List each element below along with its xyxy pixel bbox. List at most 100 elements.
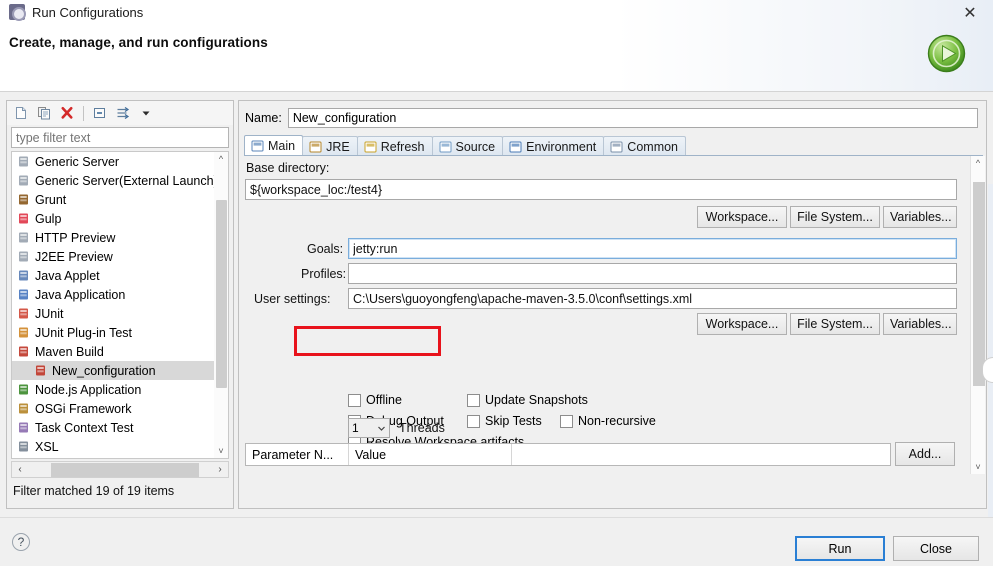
variables-button-bottom[interactable]: Variables...	[883, 313, 957, 335]
parameters-table[interactable]: Parameter N... Value	[245, 443, 891, 466]
dialog-titlebar: Run Configurations Create, manage, and r…	[0, 0, 993, 92]
chevron-right-icon[interactable]: ›	[212, 462, 228, 477]
duplicate-configuration-icon[interactable]	[34, 103, 54, 123]
resize-handle[interactable]	[982, 357, 993, 383]
checkbox-skip-tests[interactable]	[467, 414, 480, 428]
dialog-footer: ? Run Close	[0, 517, 993, 566]
checkbox-row-skip-tests[interactable]: Skip Tests	[467, 414, 542, 428]
user-settings-label: User settings:	[254, 292, 331, 306]
tree-item-java-applet[interactable]: Java Applet	[12, 266, 216, 285]
checkbox-label: Non-recursive	[578, 414, 656, 428]
checkbox-label: Update Snapshots	[485, 393, 588, 407]
panel-vertical-scrollbar[interactable]: ^ ˅	[970, 156, 985, 474]
tab-source[interactable]: Source	[431, 136, 504, 156]
title-row: Run Configurations	[9, 4, 143, 21]
column-header-parameter-name[interactable]: Parameter N...	[246, 444, 349, 465]
scrollbar-thumb[interactable]	[973, 182, 985, 386]
tree-item-label: Grunt	[35, 192, 67, 207]
tab-label: Environment	[526, 139, 597, 154]
tree-item-label: JUnit Plug-in Test	[35, 325, 133, 340]
tree-vertical-scrollbar[interactable]: ^ ˅	[214, 152, 228, 458]
close-button[interactable]: Close	[893, 536, 979, 561]
tree-item-gulp[interactable]: Gulp	[12, 209, 216, 228]
scrollbar-thumb[interactable]	[216, 200, 227, 388]
chevron-up-icon[interactable]: ^	[971, 156, 985, 170]
search-input[interactable]	[11, 127, 229, 148]
tab-label: Common	[627, 139, 679, 154]
run-configurations-icon	[9, 4, 26, 21]
tab-common[interactable]: Common	[603, 136, 687, 156]
configurations-tree[interactable]: Generic Server Generic Server(External La…	[11, 151, 229, 459]
tree-item-label: Java Applet	[35, 268, 100, 283]
help-question-icon[interactable]: ?	[12, 533, 30, 551]
checkbox-update-snapshots[interactable]	[467, 393, 480, 407]
goals-input[interactable]	[348, 238, 957, 259]
tab-main[interactable]: Main	[244, 135, 304, 156]
launch-type-icon	[17, 155, 30, 168]
toolbar-divider	[83, 105, 84, 121]
tree-item-http-preview[interactable]: HTTP Preview	[12, 228, 216, 247]
workspace-button-bottom[interactable]: Workspace...	[697, 313, 787, 335]
tree-item-new-configuration[interactable]: New_configuration	[12, 361, 216, 380]
chevron-down-icon[interactable]: ˅	[971, 460, 985, 474]
name-label: Name:	[245, 111, 282, 125]
tree-horizontal-scrollbar[interactable]: ‹ ›	[11, 461, 229, 478]
run-button[interactable]: Run	[795, 536, 885, 561]
user-settings-input[interactable]	[348, 288, 957, 309]
new-configuration-icon[interactable]	[11, 103, 31, 123]
launch-type-icon	[17, 345, 30, 358]
column-header-value[interactable]: Value	[349, 444, 512, 465]
tab-environment[interactable]: Environment	[502, 136, 605, 156]
profiles-label: Profiles:	[301, 267, 347, 281]
tab-label: Refresh	[380, 139, 425, 154]
tree-item-node-js-application[interactable]: Node.js Application	[12, 380, 216, 399]
tab-refresh[interactable]: Refresh	[356, 136, 433, 156]
tree-item-j2ee-preview[interactable]: J2EE Preview	[12, 247, 216, 266]
base-directory-input[interactable]	[245, 179, 957, 200]
close-icon[interactable]: ✕	[960, 4, 980, 24]
file-system-button-bottom[interactable]: File System...	[790, 313, 880, 335]
tree-item-junit-plug-in-test[interactable]: JUnit Plug-in Test	[12, 323, 216, 342]
tree-item-generic-server-external-launch[interactable]: Generic Server(External Launch)	[12, 171, 218, 190]
tree-item-osgi-framework[interactable]: OSGi Framework	[12, 399, 216, 418]
collapse-all-icon[interactable]	[90, 103, 110, 123]
editor-tabs: Main JRE Refresh Source Environment Common	[244, 135, 687, 156]
tree-item-label: New_configuration	[52, 363, 156, 378]
column-header-blank[interactable]	[512, 444, 890, 465]
file-system-button-top[interactable]: File System...	[790, 206, 880, 228]
tree-item-label: HTTP Preview	[35, 230, 116, 245]
filter-icon[interactable]	[113, 103, 133, 123]
chevron-down-icon[interactable]	[136, 103, 156, 123]
delete-configuration-icon[interactable]	[57, 103, 77, 123]
chevron-down-icon[interactable]: ˅	[214, 444, 228, 458]
launch-type-icon	[17, 307, 30, 320]
workspace-button-top[interactable]: Workspace...	[697, 206, 787, 228]
checkbox-row-non-recursive[interactable]: Non-recursive	[560, 414, 656, 428]
add-parameter-button[interactable]: Add...	[895, 442, 955, 466]
chevron-up-icon[interactable]: ^	[214, 152, 228, 166]
tree-item-junit[interactable]: JUnit	[12, 304, 216, 323]
tree-item-generic-server[interactable]: Generic Server	[12, 152, 216, 171]
configuration-name-input[interactable]	[287, 108, 978, 128]
checkbox-row-offline[interactable]: Offline	[348, 393, 402, 407]
checkbox-non-recursive[interactable]	[560, 414, 573, 428]
tree-item-list: Generic Server Generic Server(External La…	[12, 152, 218, 456]
name-row: Name:	[245, 108, 978, 128]
tree-item-grunt[interactable]: Grunt	[12, 190, 216, 209]
threads-stepper[interactable]: 1	[348, 418, 390, 438]
tab-jre[interactable]: JRE	[302, 136, 358, 156]
tree-item-task-context-test[interactable]: Task Context Test	[12, 418, 216, 437]
checkbox-row-update-snapshots[interactable]: Update Snapshots	[467, 393, 588, 407]
variables-button-top[interactable]: Variables...	[883, 206, 957, 228]
tree-item-label: JUnit	[35, 306, 64, 321]
chevron-left-icon[interactable]: ‹	[12, 462, 28, 477]
tree-item-label: OSGi Framework	[35, 401, 132, 416]
launch-type-icon	[34, 364, 47, 377]
tree-item-xsl[interactable]: XSL	[12, 437, 216, 456]
scrollbar-thumb[interactable]	[51, 463, 199, 477]
profiles-input[interactable]	[348, 263, 957, 284]
tree-item-maven-build[interactable]: Maven Build	[12, 342, 216, 361]
page-title: Create, manage, and run configurations	[9, 35, 268, 50]
checkbox-offline[interactable]	[348, 393, 361, 407]
tree-item-java-application[interactable]: Java Application	[12, 285, 216, 304]
